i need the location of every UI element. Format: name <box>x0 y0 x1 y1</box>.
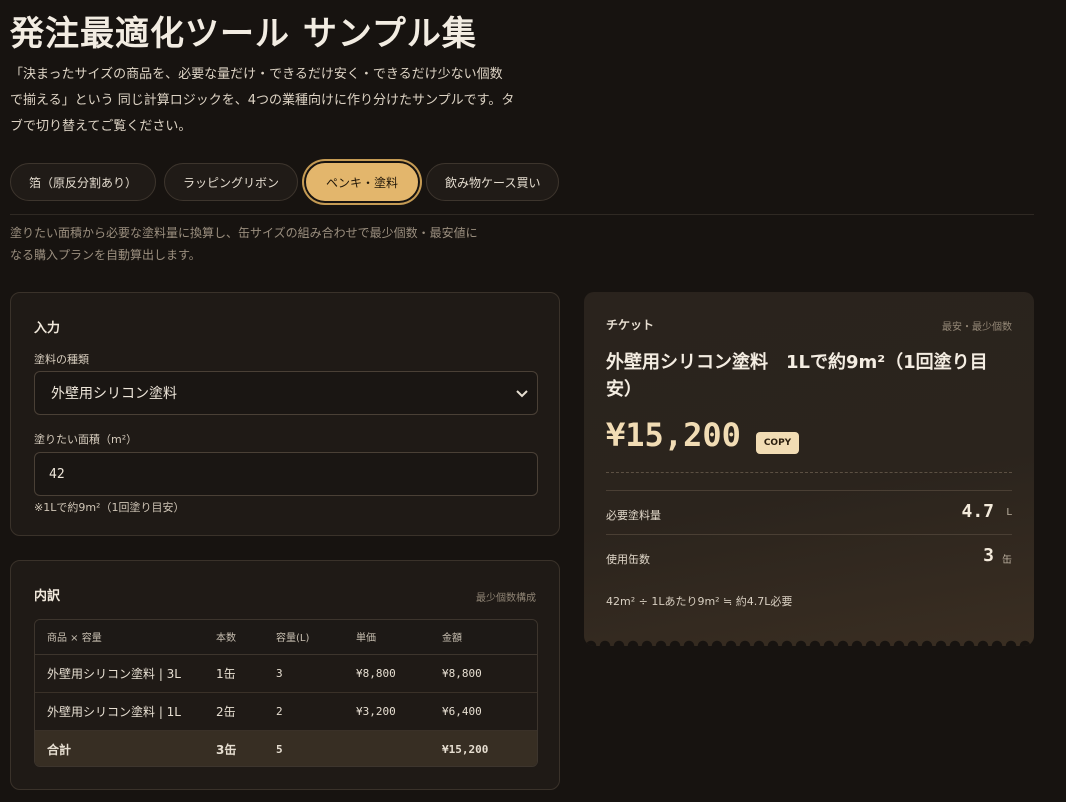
table-total-row: 合計 3缶 5 ¥15,200 <box>35 730 537 766</box>
paint-type-select[interactable]: 外壁用シリコン塗料 <box>34 371 538 415</box>
divider <box>10 214 1034 215</box>
total-amount: ¥15,200 <box>442 730 537 766</box>
total-count: 3缶 <box>216 730 276 766</box>
col-volume: 容量(L) <box>276 620 356 655</box>
cell-amount: ¥8,800 <box>442 654 537 693</box>
required-amount-unit: L <box>1006 507 1012 518</box>
cell-product: 外壁用シリコン塗料 | 3L <box>35 654 216 693</box>
can-count-unit: 缶 <box>1002 555 1012 566</box>
dashed-divider <box>606 472 1012 473</box>
col-amount: 金額 <box>442 620 537 655</box>
can-count-value: 3 <box>983 545 994 566</box>
area-label: 塗りたい面積（m²） <box>34 433 138 446</box>
table-row: 外壁用シリコン塗料 | 1L 2缶 2 ¥3,200 ¥6,400 <box>35 692 537 731</box>
ticket-label: チケット <box>606 318 655 332</box>
can-count-label: 使用缶数 <box>606 553 650 566</box>
tab-ribbon[interactable]: ラッピングリボン <box>164 163 299 201</box>
copy-button[interactable]: COPY <box>756 432 799 454</box>
page-title: 発注最適化ツール サンプル集 <box>10 14 477 54</box>
required-amount-value: 4.7 <box>961 501 994 522</box>
result-ticket: チケット 最安・最少個数 外壁用シリコン塗料 1Lで約9m²（1回塗り目安） ¥… <box>584 292 1034 646</box>
table-row: 外壁用シリコン塗料 | 3L 1缶 3 ¥8,800 ¥8,800 <box>35 654 537 693</box>
tab-description: 塗りたい面積から必要な塗料量に換算し、缶サイズの組み合わせで最少個数・最安値にな… <box>10 226 478 262</box>
breakdown-title: 内訳 <box>34 589 61 604</box>
can-count-row: 使用缶数 3 缶 <box>606 534 1012 578</box>
total-volume: 5 <box>276 730 356 766</box>
total-label: 合計 <box>35 730 216 766</box>
tab-paint[interactable]: ペンキ・塗料 <box>306 163 419 201</box>
intro-text: 「決まったサイズの商品を、必要な量だけ・できるだけ安く・できるだけ少ない個数で揃… <box>10 67 515 134</box>
calculation-formula: 42m² ÷ 1Lあたり9m² ≒ 約4.7L必要 <box>606 595 793 608</box>
cell-volume: 2 <box>276 692 356 731</box>
input-card: 入力 塗料の種類 外壁用シリコン塗料 塗りたい面積（m²） 42 ※1Lで約9m… <box>10 292 560 536</box>
cell-volume: 3 <box>276 654 356 693</box>
ticket-tag: 最安・最少個数 <box>942 322 1012 333</box>
table-header-row: 商品 × 容量 本数 容量(L) 単価 金額 <box>35 620 537 655</box>
input-card-title: 入力 <box>34 321 61 336</box>
breakdown-table: 商品 × 容量 本数 容量(L) 単価 金額 外壁用シリコン塗料 | 3L 1缶… <box>34 619 538 767</box>
cell-count: 1缶 <box>216 654 276 693</box>
chevron-down-icon <box>516 390 528 398</box>
cell-unit-price: ¥3,200 <box>356 692 442 731</box>
tab-drinks[interactable]: 飲み物ケース買い <box>426 163 560 201</box>
col-product: 商品 × 容量 <box>35 620 216 655</box>
col-unit-price: 単価 <box>356 620 442 655</box>
breakdown-note: 最少個数構成 <box>476 593 536 604</box>
area-input[interactable]: 42 <box>34 452 538 496</box>
tab-foil[interactable]: 箔（原反分割あり） <box>10 163 157 201</box>
ticket-perforation <box>584 640 1034 646</box>
required-amount-label: 必要塗料量 <box>606 509 661 522</box>
ticket-price: ¥15,200 <box>606 416 741 454</box>
tab-bar: 箔（原反分割あり） ラッピングリボン ペンキ・塗料 飲み物ケース買い <box>10 163 560 201</box>
col-count: 本数 <box>216 620 276 655</box>
paint-type-label: 塗料の種類 <box>34 353 89 366</box>
paint-type-value: 外壁用シリコン塗料 <box>51 386 177 402</box>
cell-count: 2缶 <box>216 692 276 731</box>
cell-amount: ¥6,400 <box>442 692 537 731</box>
total-unit-price <box>356 730 442 766</box>
ticket-product-name: 外壁用シリコン塗料 1Lで約9m²（1回塗り目安） <box>606 352 988 400</box>
cell-product: 外壁用シリコン塗料 | 1L <box>35 692 216 731</box>
cell-unit-price: ¥8,800 <box>356 654 442 693</box>
coverage-hint: ※1Lで約9m²（1回塗り目安） <box>34 501 185 514</box>
required-amount-row: 必要塗料量 4.7 L <box>606 490 1012 534</box>
breakdown-card: 内訳 最少個数構成 商品 × 容量 本数 容量(L) 単価 金額 外壁用シリコン… <box>10 560 560 790</box>
